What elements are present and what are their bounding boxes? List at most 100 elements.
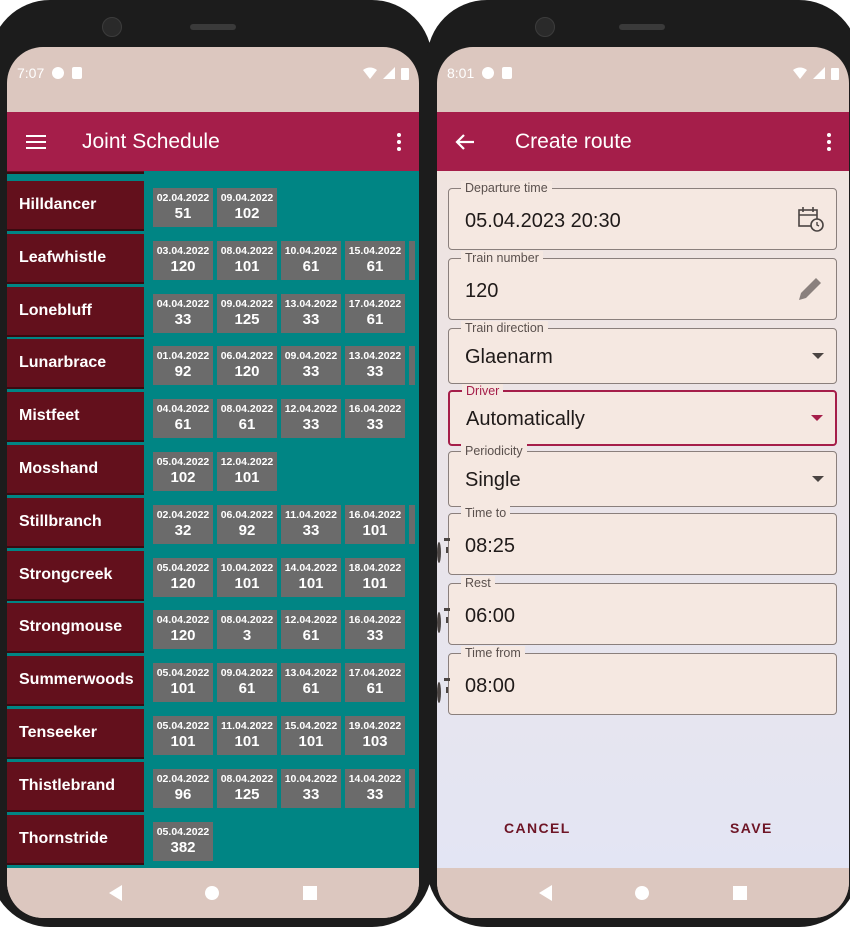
schedule-cell[interactable]: 02.04.2022 32 — [153, 504, 213, 544]
schedule-cell[interactable]: 11.04.2022 33 — [281, 504, 341, 544]
nav-recent-icon[interactable] — [733, 886, 748, 900]
schedule-cell[interactable]: 09.04.2022 125 — [217, 293, 277, 333]
row-name[interactable]: Leafwhistle — [7, 233, 144, 284]
row-name[interactable]: Lunarbrace — [7, 339, 144, 390]
schedule-cell[interactable]: 05.04.2022 382 — [153, 821, 213, 861]
schedule-cell[interactable]: 03.04.2022 120 — [153, 240, 213, 280]
schedule-cell[interactable]: 09.04.2022 102 — [217, 188, 277, 227]
nav-home-icon[interactable] — [205, 886, 220, 900]
schedule-cell[interactable]: 04.04.2022 61 — [153, 399, 213, 439]
schedule-cell[interactable]: 14.04.2022 101 — [281, 557, 341, 597]
schedule-cell[interactable]: 02.04.2022 96 — [153, 768, 213, 808]
schedule-cell[interactable]: 15.04.2022 61 — [345, 240, 405, 280]
row-name[interactable]: Mosshand — [7, 445, 144, 495]
schedule-cell[interactable]: 10.04.2022 101 — [217, 557, 277, 597]
schedule-cell[interactable]: 04.04.2022 120 — [153, 610, 213, 650]
nav-recent-icon[interactable] — [303, 886, 318, 900]
schedule-cell[interactable]: 14.04.2022 33 — [345, 768, 405, 808]
field-label: Periodicity — [461, 444, 527, 458]
time-from-field[interactable]: Time from 08:00 — [437, 646, 837, 715]
field-value: 05.04.2023 20:30 — [465, 210, 621, 232]
calendar-clock-icon[interactable] — [798, 206, 824, 232]
schedule-cell[interactable]: 09.04.2022 33 — [281, 346, 341, 386]
schedule-cell[interactable]: 08.04.2022 3 — [217, 610, 277, 650]
cell-value: 382 — [170, 838, 196, 856]
cell-value: 101 — [298, 574, 324, 592]
driver-field[interactable]: Driver Automatically — [448, 384, 837, 446]
schedule-cell[interactable]: 17.04.2022 61 — [345, 293, 405, 333]
schedule-cell[interactable]: 16.04.2022 101 — [345, 504, 405, 544]
schedule-cell[interactable]: 12.04.2022 61 — [281, 610, 341, 650]
schedule-cell[interactable]: 05.04.2022 101 — [153, 716, 213, 755]
schedule-cell[interactable]: 16.04.2022 33 — [345, 610, 405, 650]
schedule-cell[interactable]: 16.04.2022 33 — [345, 399, 405, 439]
more-vert-icon[interactable] — [827, 132, 831, 151]
schedule-cell[interactable]: 12.04.2022 101 — [217, 452, 277, 491]
schedule-cell[interactable]: 13.04.2022 33 — [281, 293, 341, 333]
schedule-cell[interactable]: 15.04.2022 101 — [281, 716, 341, 755]
schedule-cell[interactable]: 05.04.2022 101 — [153, 663, 213, 703]
more-vert-icon[interactable] — [397, 132, 401, 151]
train-direction-field[interactable]: Train direction Glaenarm — [448, 321, 837, 384]
schedule-cell[interactable]: 02.04.2022 51 — [153, 188, 213, 227]
schedule-cell[interactable]: 12.04.2022 33 — [281, 399, 341, 439]
schedule-cell[interactable]: 06.04.2022 92 — [217, 504, 277, 544]
cell-date: 06.04.2022 — [220, 508, 274, 521]
schedule-cell[interactable]: 08.04.2022 101 — [217, 240, 277, 280]
stopwatch-icon[interactable] — [437, 542, 441, 563]
schedule-cell[interactable]: 10.04.2022 61 — [281, 240, 341, 280]
dropdown-caret-icon[interactable] — [812, 476, 824, 482]
row-name[interactable]: Hilldancer — [7, 181, 144, 231]
nav-home-icon[interactable] — [635, 886, 650, 900]
schedule-cell[interactable]: 09.04.2022 61 — [217, 663, 277, 703]
schedule-cell[interactable]: 08.04.2022 61 — [217, 399, 277, 439]
schedule-cell[interactable]: 06.04.2022 120 — [217, 346, 277, 386]
speaker — [619, 24, 665, 30]
menu-icon[interactable] — [26, 134, 46, 149]
schedule-cell[interactable]: 17.04.2022 61 — [345, 663, 405, 703]
cell-date: 09.04.2022 — [220, 297, 274, 310]
schedule-cell[interactable]: 05.04.2022 120 — [153, 557, 213, 597]
schedule-cell[interactable]: 10.04.2022 33 — [281, 768, 341, 808]
schedule-grid[interactable]: Hilldancer 02.04.2022 51 09.04.2022 102 Leafw… — [7, 171, 419, 868]
notification-icon — [482, 67, 495, 79]
train-number-field[interactable]: Train number 120 — [448, 251, 837, 320]
dropdown-caret-icon[interactable] — [812, 353, 824, 359]
pencil-icon[interactable] — [796, 275, 824, 303]
schedule-cell[interactable]: 01.04.2022 92 — [153, 346, 213, 386]
row-name[interactable]: Summerwoods — [7, 656, 144, 707]
schedule-cell[interactable]: 05.04.2022 102 — [153, 452, 213, 491]
cell-date: 04.04.2022 — [156, 403, 210, 416]
schedule-cell[interactable]: 19.04.2022 103 — [345, 716, 405, 755]
back-arrow-icon[interactable] — [455, 133, 475, 151]
nav-back-icon[interactable] — [538, 885, 552, 901]
row-name[interactable]: Strongmouse — [7, 603, 144, 654]
row-name[interactable]: Mistfeet — [7, 392, 144, 443]
periodicity-field[interactable]: Periodicity Single — [448, 444, 837, 507]
row-name[interactable]: Stillbranch — [7, 497, 144, 548]
row-name[interactable]: Thornstride — [7, 814, 144, 865]
schedule-cell[interactable]: 18.04.2022 101 — [345, 557, 405, 597]
dropdown-caret-icon[interactable] — [811, 415, 823, 421]
cell-value: 120 — [234, 363, 260, 381]
nav-back-icon[interactable] — [108, 885, 122, 901]
status-time: 8:01 — [447, 65, 475, 81]
row-name[interactable]: Thistlebrand — [7, 761, 144, 812]
departure-time-field[interactable]: Departure time 05.04.2023 20:30 — [448, 181, 837, 250]
rest-field[interactable]: Rest 06:00 — [437, 576, 837, 645]
time-to-field[interactable]: Time to 08:25 — [437, 506, 837, 575]
stopwatch-icon[interactable] — [437, 682, 441, 703]
cell-date: 08.04.2022 — [220, 614, 274, 627]
schedule-cell[interactable]: 11.04.2022 101 — [217, 716, 277, 755]
field-label: Departure time — [461, 181, 552, 195]
schedule-cell[interactable]: 08.04.2022 125 — [217, 768, 277, 808]
row-name[interactable]: Lonebluff — [7, 286, 144, 337]
row-name[interactable]: Strongcreek — [7, 550, 144, 601]
schedule-cell[interactable]: 13.04.2022 61 — [281, 663, 341, 703]
save-button[interactable]: SAVE — [730, 820, 773, 836]
stopwatch-icon[interactable] — [437, 612, 441, 633]
schedule-cell[interactable]: 13.04.2022 33 — [345, 346, 405, 386]
schedule-cell[interactable]: 04.04.2022 33 — [153, 293, 213, 333]
cancel-button[interactable]: CANCEL — [504, 820, 571, 836]
row-name[interactable]: Tenseeker — [7, 709, 144, 759]
